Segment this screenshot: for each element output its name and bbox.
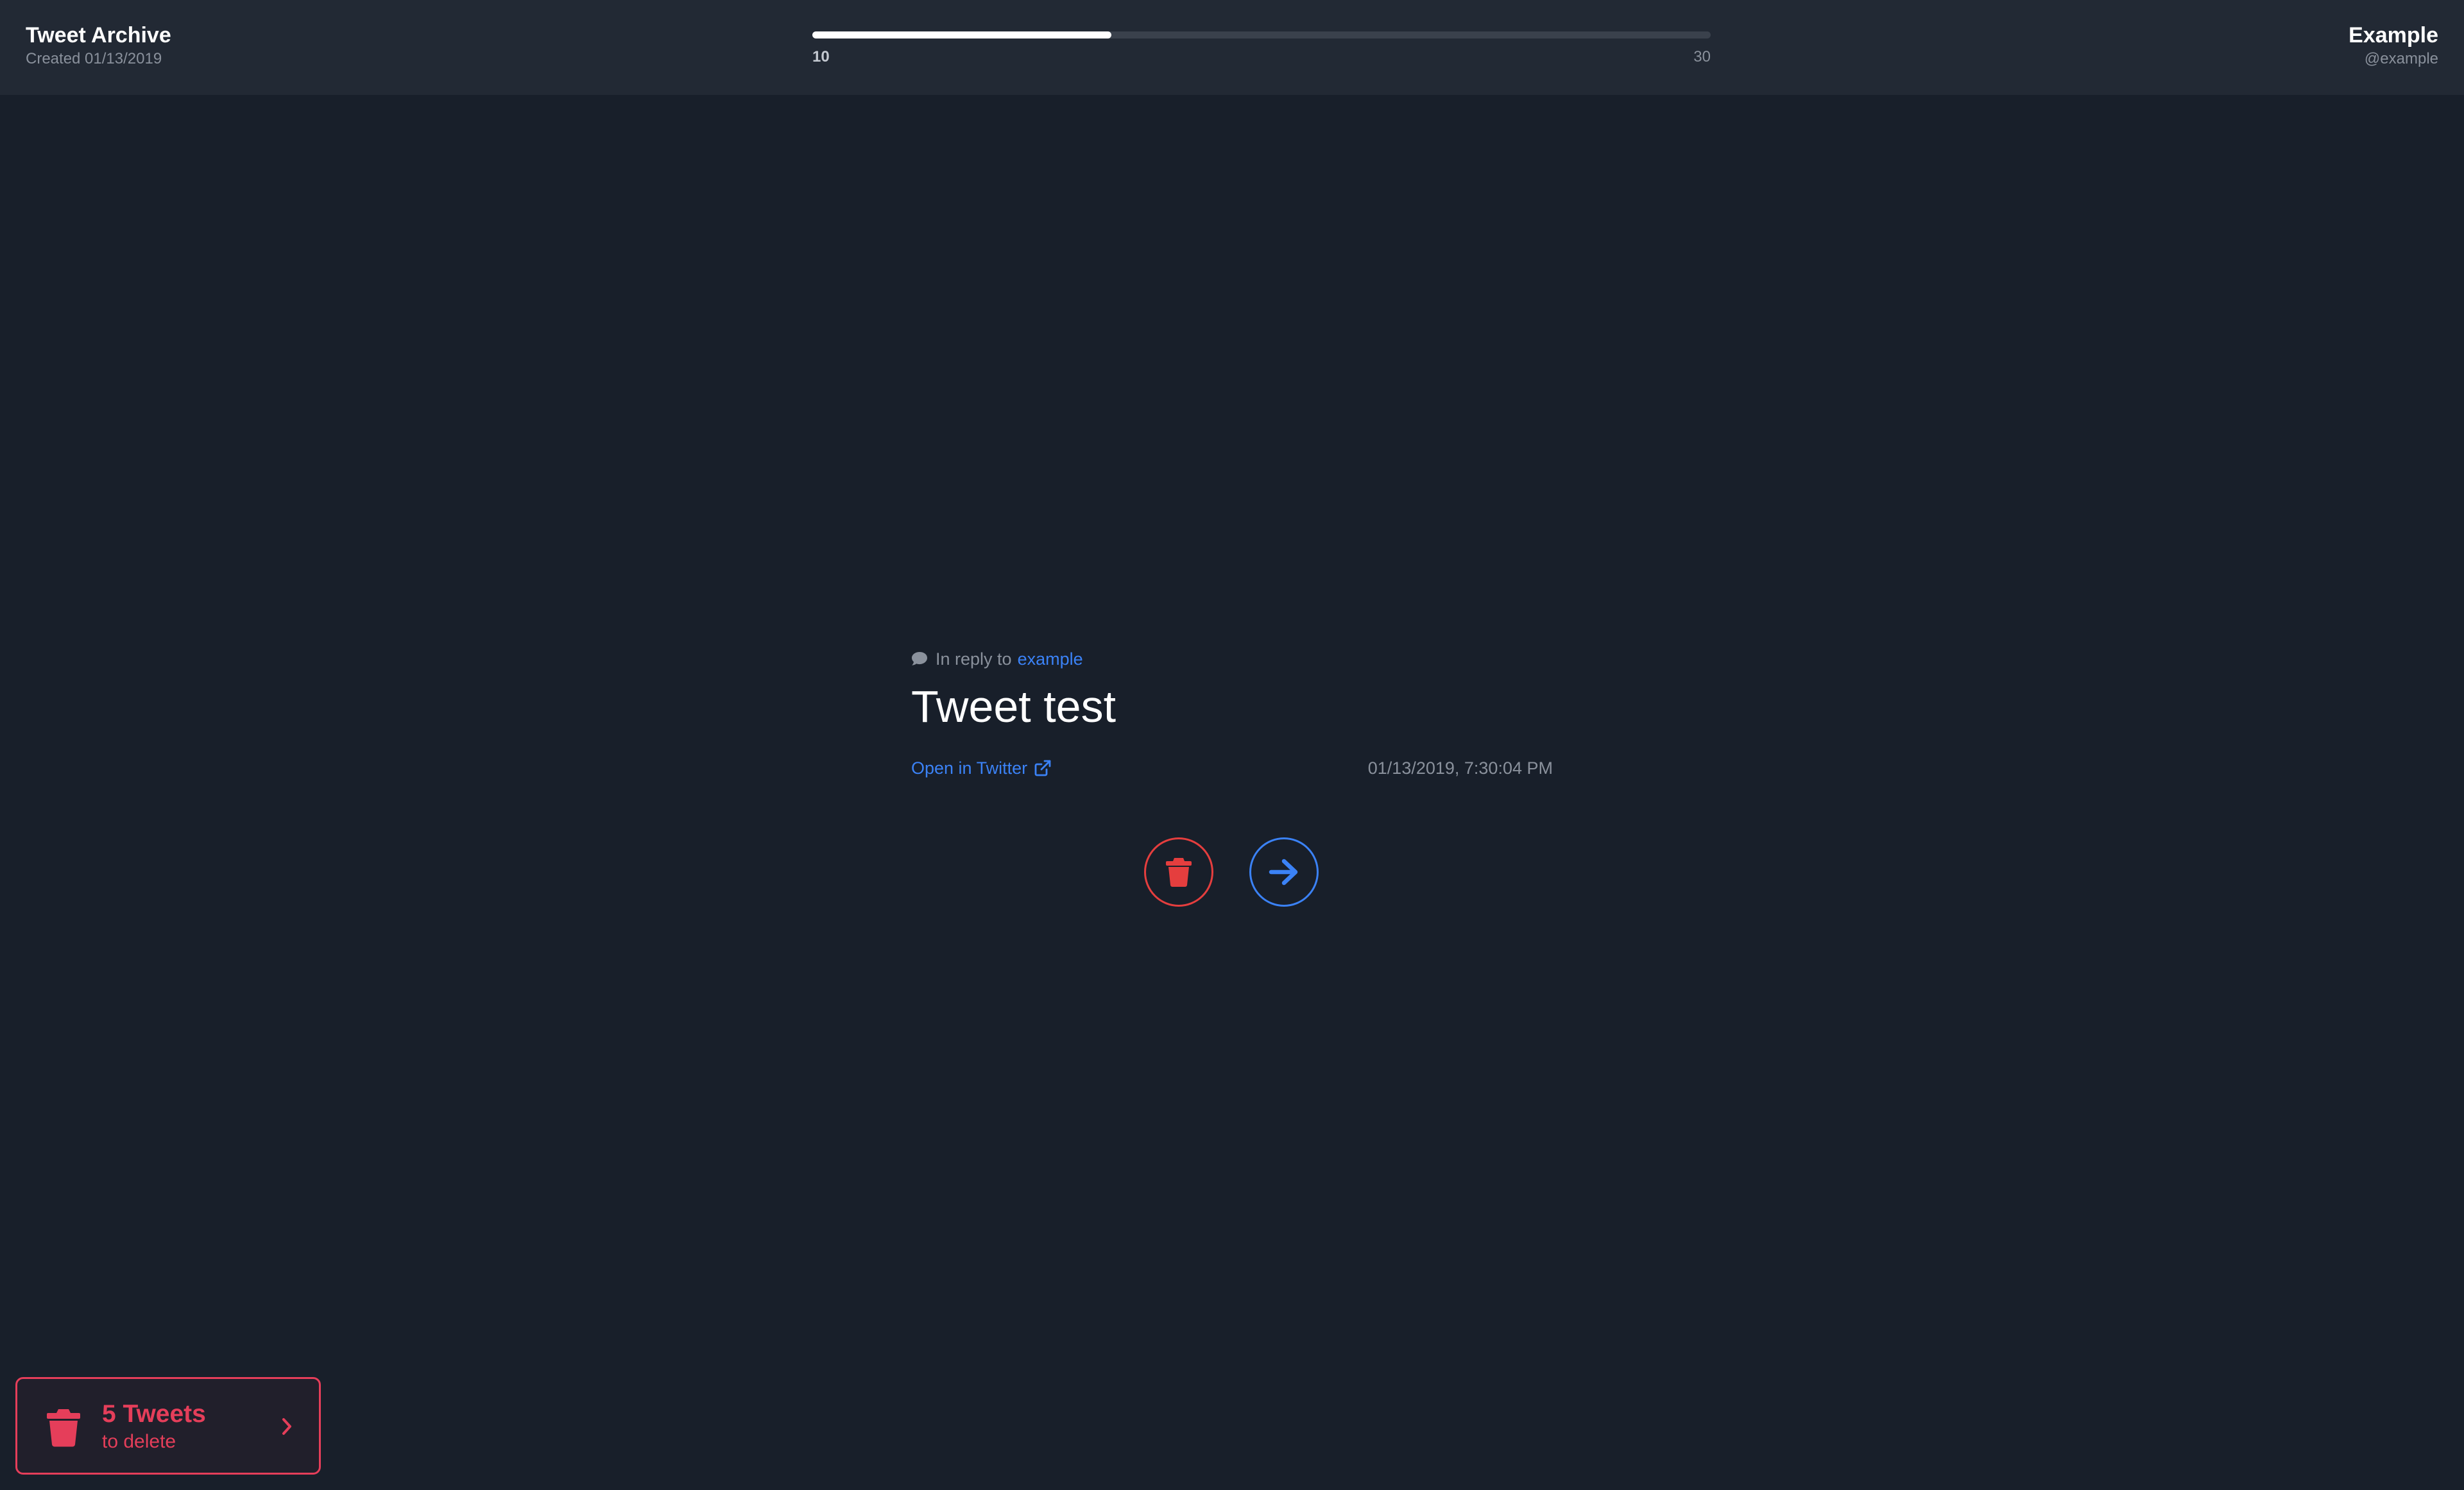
chevron-right-icon (282, 1418, 291, 1435)
tweet-text: Tweet test (911, 681, 1116, 732)
created-date: Created 01/13/2019 (26, 50, 162, 67)
user-handle: @example (2364, 50, 2438, 67)
brand: Tweet Archive Created 01/13/2019 (26, 22, 171, 69)
archive-progress: 10 30 (812, 31, 1711, 66)
progress-labels: 10 30 (812, 48, 1711, 66)
trash-icon (47, 1409, 80, 1447)
delete-queue-panel[interactable]: 5 Tweets to delete (15, 1377, 321, 1475)
tweet-meta: Open in Twitter 01/13/2019, 7:30:04 PM (911, 756, 1553, 780)
app-title: Tweet Archive (26, 23, 171, 47)
tweet-timestamp: 01/13/2019, 7:30:04 PM (1367, 758, 1553, 778)
tweet-card: In reply to example Tweet test Open in T… (911, 647, 1553, 780)
open-in-twitter-link[interactable]: Open in Twitter (911, 756, 1052, 780)
progress-fill (812, 31, 1112, 39)
reply-context: In reply to example (911, 647, 1553, 671)
next-button[interactable] (1249, 837, 1319, 907)
delete-count-label: to delete (102, 1431, 176, 1452)
trash-icon (1166, 858, 1192, 887)
open-in-twitter-label: Open in Twitter (911, 758, 1028, 778)
user-name: Example (2348, 23, 2438, 47)
arrow-right-icon (1269, 859, 1298, 886)
tweet-actions (1144, 837, 1319, 907)
progress-total: 30 (1693, 48, 1711, 65)
comment-icon (912, 652, 927, 665)
progress-current: 10 (812, 48, 830, 65)
delete-count: 5 Tweets (102, 1400, 206, 1428)
top-bar: Tweet Archive Created 01/13/2019 10 30 E… (0, 0, 2464, 95)
progress-track (812, 31, 1711, 39)
delete-button[interactable] (1144, 837, 1213, 907)
user-info[interactable]: Example @example (2348, 22, 2438, 69)
external-link-icon (1034, 760, 1051, 776)
reply-prefix: In reply to (936, 649, 1012, 669)
reply-to-link[interactable]: example (1018, 647, 1083, 671)
